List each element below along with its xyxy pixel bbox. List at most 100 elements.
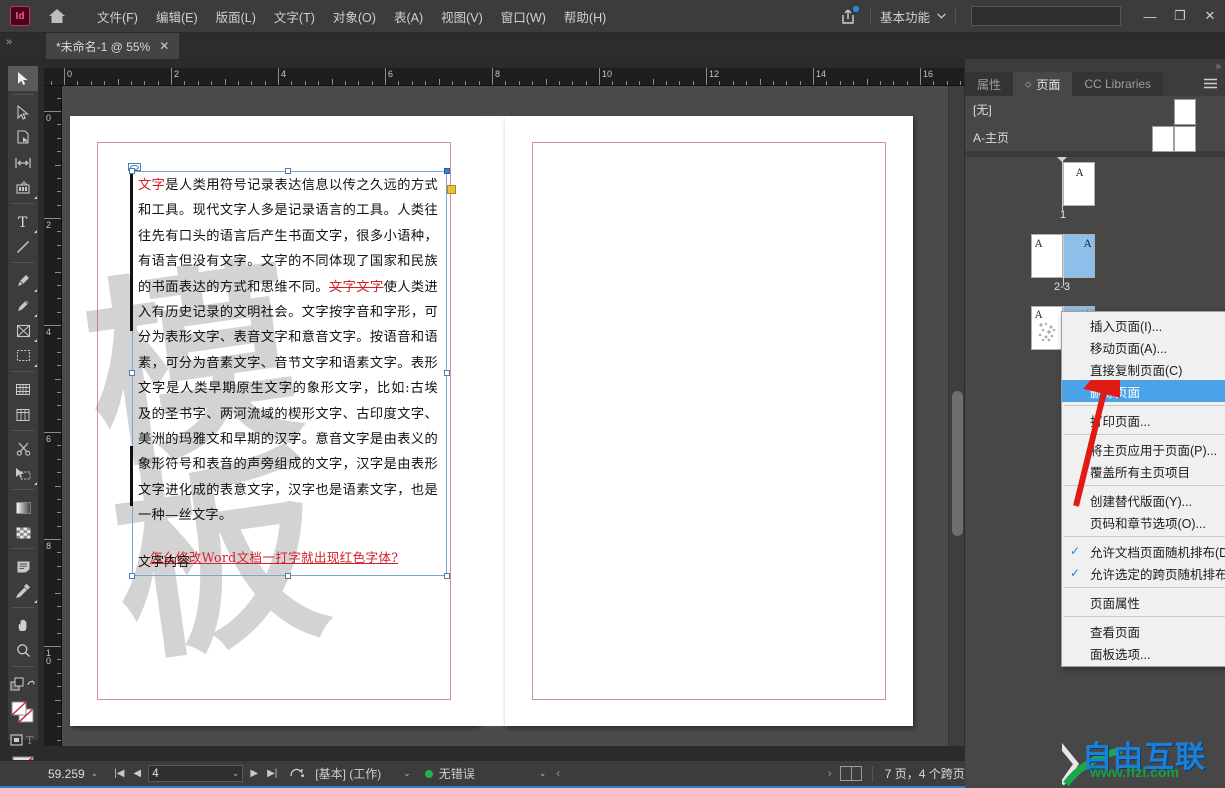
master-thumb-a-right[interactable]: [1174, 126, 1196, 152]
master-thumb-a-left[interactable]: [1152, 126, 1174, 152]
pencil-tool[interactable]: [8, 293, 38, 318]
chevron-down-icon[interactable]: ⌄: [403, 768, 411, 779]
free-transform-tool[interactable]: [8, 377, 38, 402]
text-frame[interactable]: 文字是人类用符号记录表达信息以传之久远的方式和工具。现代文字人多是记录语言的工具…: [128, 163, 456, 579]
scissors-tool[interactable]: [8, 436, 38, 461]
content-collector-tool[interactable]: [8, 175, 38, 200]
menu-view[interactable]: 视图(V): [432, 3, 492, 30]
menu-window[interactable]: 窗口(W): [492, 3, 555, 30]
menu-file[interactable]: 文件(F): [88, 3, 147, 30]
chevron-down-icon[interactable]: ⌄: [539, 768, 547, 779]
view-spreads-button[interactable]: [839, 766, 862, 781]
text-frame-content[interactable]: 文字是人类用符号记录表达信息以传之久远的方式和工具。现代文字人多是记录语言的工具…: [138, 173, 438, 570]
page-left[interactable]: 模板 文字是人类用符号记录表达信息以传之久远的方式和工具。现代文字人多是记录语言…: [70, 116, 478, 726]
fill-stroke-swap-control[interactable]: [8, 672, 38, 697]
next-page-button[interactable]: ▶: [245, 768, 263, 779]
handle-bottom-center[interactable]: [285, 573, 291, 579]
menu-edit[interactable]: 编辑(E): [147, 3, 207, 30]
shear-tool[interactable]: [8, 461, 38, 486]
panel-menu-icon[interactable]: [1203, 77, 1218, 96]
vertical-ruler[interactable]: 0 2 4 6 8 10: [44, 86, 62, 746]
handle-middle-right[interactable]: [444, 370, 450, 376]
master-thumb-none[interactable]: [1174, 99, 1196, 125]
spread-group-1[interactable]: A 1: [965, 157, 1225, 231]
handle-top-left[interactable]: [129, 168, 135, 174]
chevron-down-icon[interactable]: ⌄: [91, 768, 99, 779]
type-tool[interactable]: T: [8, 209, 38, 234]
table-tool[interactable]: [8, 402, 38, 427]
chevron-down-icon[interactable]: ⌄: [232, 768, 240, 779]
page-thumb-1[interactable]: A: [1063, 162, 1095, 206]
share-icon[interactable]: [835, 4, 861, 28]
close-icon[interactable]: ✕: [159, 39, 169, 53]
handle-middle-left[interactable]: [129, 370, 135, 376]
master-row-a[interactable]: A-主页: [965, 124, 1225, 152]
document-canvas[interactable]: 模板 文字是人类用符号记录表达信息以传之久远的方式和工具。现代文字人多是记录语言…: [62, 86, 948, 746]
menu-move-pages[interactable]: 移动页面(A)...: [1062, 336, 1225, 358]
frame-tool[interactable]: [8, 318, 38, 343]
menu-table[interactable]: 表(A): [385, 3, 432, 30]
direct-selection-tool[interactable]: [8, 100, 38, 125]
workspace-selector[interactable]: 基本功能: [880, 7, 946, 26]
maximize-button[interactable]: ❐: [1165, 0, 1195, 33]
minimize-button[interactable]: —: [1135, 0, 1165, 33]
menu-type[interactable]: 文字(T): [265, 3, 324, 30]
menu-help[interactable]: 帮助(H): [555, 3, 615, 30]
menu-view-pages[interactable]: 查看页面: [1062, 620, 1225, 642]
fill-stroke-proxy[interactable]: [8, 697, 38, 727]
vertical-scrollbar[interactable]: [948, 86, 964, 746]
scroll-right-icon[interactable]: ›: [828, 768, 832, 780]
selection-tool[interactable]: [8, 66, 38, 91]
tab-pages[interactable]: ⬦ 页面: [1013, 72, 1073, 96]
collapse-panel-icon[interactable]: »: [6, 36, 12, 48]
previous-page-button[interactable]: ◀: [128, 768, 146, 779]
last-page-button[interactable]: ▶|: [263, 768, 281, 779]
gradient-swatch-tool[interactable]: [8, 495, 38, 520]
menu-allow-document-pages-shuffle[interactable]: ✓ 允许文档页面随机排布(D): [1062, 540, 1225, 562]
menu-allow-selected-spread-shuffle[interactable]: ✓ 允许选定的跨页随机排布: [1062, 562, 1225, 584]
pen-tool[interactable]: [8, 268, 38, 293]
zoom-level-value[interactable]: 59.259: [48, 767, 85, 781]
eyedropper-tool[interactable]: [8, 579, 38, 604]
menu-duplicate-pages[interactable]: 直接复制页面(C): [1062, 358, 1225, 380]
gap-tool[interactable]: [8, 150, 38, 175]
spread-group-2-3[interactable]: A A 2-3: [965, 229, 1225, 303]
first-page-button[interactable]: |◀: [110, 768, 128, 779]
search-input[interactable]: [971, 6, 1121, 26]
menu-object[interactable]: 对象(O): [324, 3, 385, 30]
zoom-tool[interactable]: [8, 638, 38, 663]
hand-tool[interactable]: [8, 613, 38, 638]
menu-page-attributes[interactable]: 页面属性: [1062, 591, 1225, 613]
page-number-value[interactable]: 4: [152, 768, 158, 780]
tab-properties[interactable]: 属性: [965, 72, 1014, 96]
menu-numbering-section-options[interactable]: 页码和章节选项(O)...: [1062, 511, 1225, 533]
horizontal-ruler[interactable]: 0 2 4 6 8 10 12 14 16: [44, 68, 964, 86]
pasteboard[interactable]: 模板 文字是人类用符号记录表达信息以传之久远的方式和工具。现代文字人多是记录语言…: [62, 86, 948, 746]
menu-insert-pages[interactable]: 插入页面(I)...: [1062, 314, 1225, 336]
handle-top-right[interactable]: [444, 168, 450, 174]
vertical-scrollbar-thumb[interactable]: [952, 391, 963, 536]
line-tool[interactable]: [8, 234, 38, 259]
close-button[interactable]: ✕: [1195, 0, 1225, 33]
handle-bottom-right[interactable]: [444, 573, 450, 579]
page-tool[interactable]: [8, 125, 38, 150]
formatting-affects-container-toggle[interactable]: T: [8, 727, 38, 752]
note-tool[interactable]: [8, 554, 38, 579]
page-number-field[interactable]: 4 ⌄: [148, 765, 244, 782]
page-thumb-2[interactable]: A: [1031, 234, 1063, 278]
home-icon[interactable]: [42, 3, 72, 29]
page-right[interactable]: [505, 116, 913, 726]
rectangle-tool[interactable]: [8, 343, 38, 368]
master-row-none[interactable]: [无]: [965, 96, 1225, 125]
document-tab[interactable]: *未命名-1 @ 55% ✕: [46, 33, 180, 59]
handle-bottom-left[interactable]: [129, 573, 135, 579]
page-thumb-4[interactable]: A: [1031, 306, 1063, 350]
text-frame-out-port-overset[interactable]: [447, 185, 456, 194]
page-thumb-3[interactable]: A: [1063, 234, 1095, 278]
scroll-left-icon[interactable]: ‹: [556, 768, 560, 780]
zoom-control[interactable]: 59.259 ⌄: [48, 767, 98, 781]
gradient-feather-tool[interactable]: [8, 520, 38, 545]
menu-layout[interactable]: 版面(L): [207, 3, 265, 30]
menu-panel-options[interactable]: 面板选项...: [1062, 642, 1225, 664]
tab-cc-libraries[interactable]: CC Libraries: [1072, 72, 1164, 96]
